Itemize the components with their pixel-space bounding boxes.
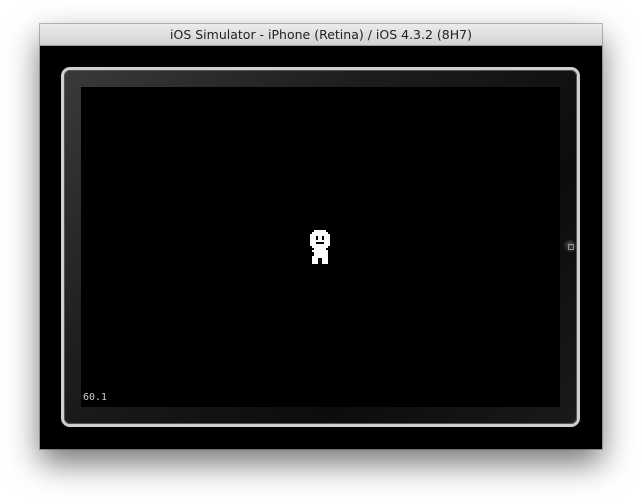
pixel-character-sprite bbox=[310, 230, 330, 264]
desktop: iOS Simulator - iPhone (Retina) / iOS 4.… bbox=[0, 0, 642, 504]
fps-counter: 60.1 bbox=[83, 392, 108, 403]
home-button-icon[interactable] bbox=[564, 240, 576, 252]
device-frame: 60.1 bbox=[61, 67, 580, 427]
game-screen[interactable]: 60.1 bbox=[81, 87, 560, 407]
window-title: iOS Simulator - iPhone (Retina) / iOS 4.… bbox=[170, 27, 472, 42]
window-titlebar[interactable]: iOS Simulator - iPhone (Retina) / iOS 4.… bbox=[40, 24, 602, 46]
simulator-window: iOS Simulator - iPhone (Retina) / iOS 4.… bbox=[40, 24, 602, 449]
simulator-content: 60.1 bbox=[40, 46, 602, 449]
home-square-icon bbox=[568, 244, 574, 250]
